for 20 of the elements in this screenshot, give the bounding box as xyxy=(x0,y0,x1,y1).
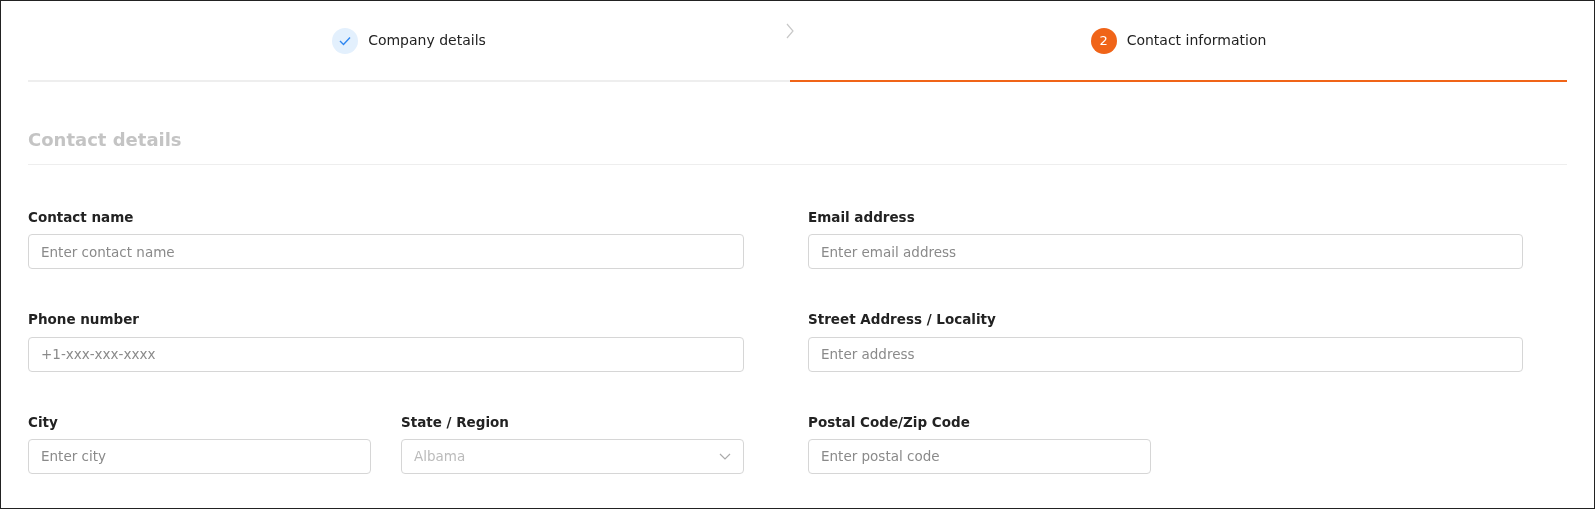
field-label: Postal Code/Zip Code xyxy=(808,412,970,432)
input-field[interactable]: Enter city xyxy=(28,438,371,474)
input-field[interactable]: Enter postal code xyxy=(808,438,1151,474)
field-label: State / Region xyxy=(401,412,509,432)
input-field[interactable]: Enter email address xyxy=(808,234,1523,270)
step-tab[interactable]: 2 Contact information xyxy=(790,1,1567,82)
caret-icon xyxy=(719,452,731,460)
field-label: City xyxy=(28,412,58,432)
input-field[interactable]: Enter address xyxy=(808,336,1523,372)
field-label: Street Address / Locality xyxy=(808,310,996,330)
field-label: Contact name xyxy=(28,208,134,227)
field-label: Phone number xyxy=(28,310,139,330)
field-label: Email address xyxy=(808,208,915,227)
chevron-icon xyxy=(786,23,794,39)
section-title: Contact details xyxy=(28,82,1567,165)
step-tab[interactable]: Company details xyxy=(28,1,790,82)
input-field[interactable]: Enter contact name xyxy=(28,234,744,270)
check-icon xyxy=(332,27,359,54)
step-number: 2 xyxy=(1090,27,1117,54)
input-field[interactable]: +1-xxx-xxx-xxxx xyxy=(28,336,744,372)
